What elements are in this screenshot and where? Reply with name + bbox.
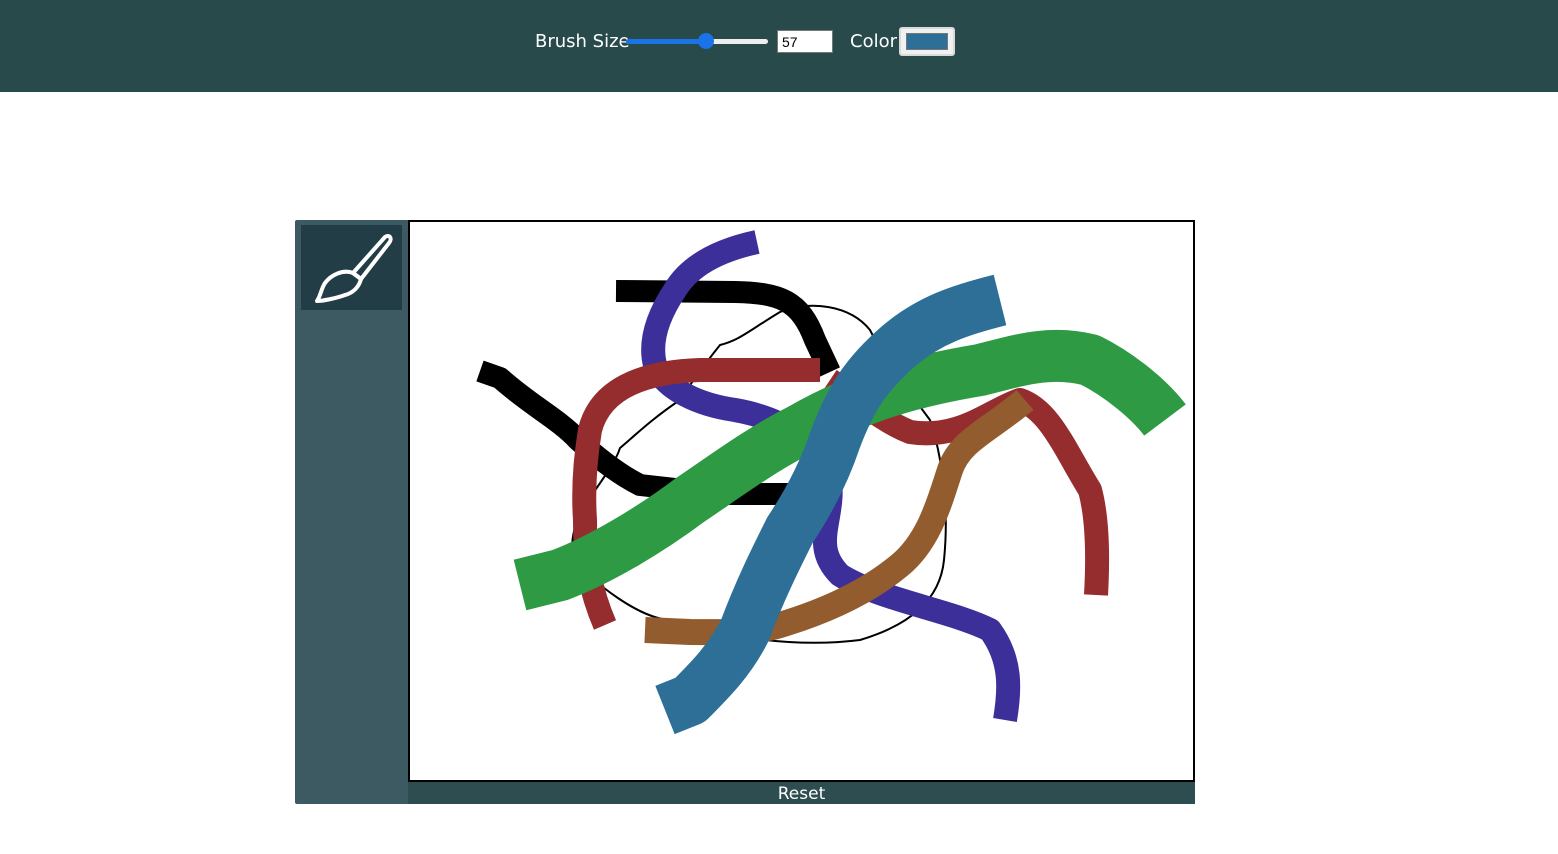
color-picker[interactable] [899, 27, 955, 56]
paintbrush-tool-button[interactable] [301, 225, 402, 310]
brush-size-label: Brush Size [535, 31, 630, 52]
top-toolbar: Brush Size Color [0, 0, 1558, 92]
slider-fill [626, 39, 707, 44]
color-label: Color [850, 31, 897, 52]
slider-thumb[interactable] [698, 33, 715, 49]
drawing-canvas[interactable] [408, 220, 1195, 782]
reset-button[interactable]: Reset [408, 782, 1195, 804]
paintbrush-icon [315, 233, 393, 303]
brush-size-slider[interactable] [624, 32, 770, 50]
slider-track[interactable] [626, 39, 768, 44]
brush-size-input[interactable] [777, 30, 833, 53]
color-swatch [906, 33, 948, 50]
canvas-drawing[interactable] [410, 222, 1193, 780]
